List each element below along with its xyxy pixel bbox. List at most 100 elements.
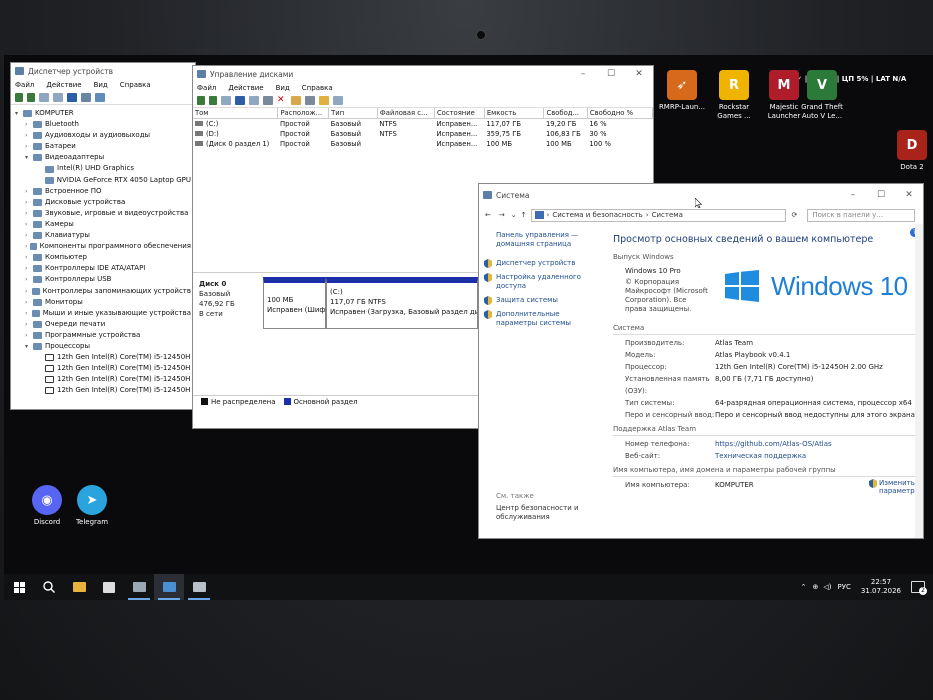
security-center-link[interactable]: Центр безопасности и обслуживания: [496, 504, 592, 522]
chevron-right-icon[interactable]: ›: [25, 197, 33, 208]
chevron-right-icon[interactable]: ›: [25, 263, 33, 274]
table-row[interactable]: (Диск 0 раздел 1) Простой Базовый Исправен.…: [193, 139, 653, 149]
column-header[interactable]: Тип: [328, 108, 378, 119]
taskbar-disk-management[interactable]: [184, 574, 214, 600]
chevron-right-icon[interactable]: ›: [25, 119, 33, 130]
view-icon[interactable]: [53, 93, 63, 102]
tree-item[interactable]: 12th Gen Intel(R) Core(TM) i5-12450H: [15, 352, 191, 363]
advanced-settings-link[interactable]: Дополнительные параметры системы: [484, 310, 591, 328]
minimize-button[interactable]: –: [569, 69, 597, 79]
tree-item[interactable]: ▾ Процессоры: [15, 341, 191, 352]
connect-icon[interactable]: [263, 96, 273, 105]
chevron-right-icon[interactable]: ›: [25, 297, 33, 308]
info-value[interactable]: Техническая поддержка: [715, 450, 806, 462]
control-panel-home-link[interactable]: Панель управления — домашняя страница: [496, 231, 591, 249]
change-settings-link[interactable]: Изменить параметры: [869, 479, 920, 495]
chevron-right-icon[interactable]: ›: [25, 186, 33, 197]
back-arrow-icon[interactable]: [197, 96, 205, 105]
chevron-down-icon[interactable]: ▾: [25, 152, 33, 163]
chevron-right-icon[interactable]: ›: [25, 308, 32, 319]
tree-item[interactable]: › Звуковые, игровые и видеоустройства: [15, 208, 191, 219]
info-value[interactable]: https://github.com/Atlas-OS/Atlas: [715, 438, 832, 450]
menu-item[interactable]: Справка: [302, 84, 333, 92]
start-button[interactable]: [4, 574, 34, 600]
column-header[interactable]: Файловая с...: [377, 108, 435, 119]
help-icon[interactable]: [235, 96, 245, 105]
delete-icon[interactable]: ✕: [277, 96, 287, 105]
properties-icon[interactable]: [221, 96, 231, 105]
search-input[interactable]: Поиск в панели у...: [807, 208, 916, 222]
chevron-right-icon[interactable]: ›: [25, 208, 33, 219]
chevron-right-icon[interactable]: ›: [25, 286, 32, 297]
tree-item[interactable]: › Bluetooth: [15, 119, 191, 130]
scan-hardware-icon[interactable]: [81, 93, 91, 102]
tree-item[interactable]: 12th Gen Intel(R) Core(TM) i5-12450H: [15, 374, 191, 385]
tree-item[interactable]: › Встроенное ПО: [15, 186, 191, 197]
menu-item[interactable]: Файл: [15, 81, 34, 89]
file-explorer-button[interactable]: [64, 574, 94, 600]
column-header[interactable]: Свободно %: [587, 108, 653, 119]
tree-item[interactable]: › Мониторы: [15, 297, 191, 308]
column-header[interactable]: Свобод...: [543, 108, 588, 119]
chevron-right-icon[interactable]: ›: [25, 141, 33, 152]
language-indicator[interactable]: РУС: [838, 583, 851, 591]
tree-item[interactable]: ▾ Видеоадаптеры: [15, 152, 191, 163]
notification-center-button[interactable]: 2: [911, 581, 927, 595]
chevron-down-icon[interactable]: ⌄: [511, 211, 517, 219]
chevron-right-icon[interactable]: ›: [25, 230, 33, 241]
tree-item[interactable]: Intel(R) UHD Graphics: [15, 163, 191, 174]
tree-item[interactable]: › Программные устройства: [15, 330, 191, 341]
menu-item[interactable]: Действие: [228, 84, 263, 92]
chevron-up-icon[interactable]: ⌃: [801, 583, 807, 591]
menu-item[interactable]: Вид: [94, 81, 108, 89]
forward-arrow-icon[interactable]: [27, 93, 35, 102]
column-header[interactable]: Состояние: [434, 108, 485, 119]
menu-item[interactable]: Действие: [46, 81, 81, 89]
tree-item[interactable]: › Очереди печати: [15, 319, 191, 330]
checkmark-icon[interactable]: [291, 96, 301, 105]
network-icon[interactable]: ⊕: [813, 583, 819, 591]
tree-item[interactable]: › Контроллеры запоминающих устройств: [15, 286, 191, 297]
chevron-right-icon[interactable]: ›: [25, 219, 33, 230]
maximize-button[interactable]: ☐: [867, 190, 895, 200]
chevron-right-icon[interactable]: ›: [25, 319, 33, 330]
menu-item[interactable]: Вид: [276, 84, 290, 92]
search-button[interactable]: [34, 574, 64, 600]
menu-item[interactable]: Файл: [197, 84, 216, 92]
tree-item[interactable]: › Дисковые устройства: [15, 197, 191, 208]
properties-icon[interactable]: [39, 93, 49, 102]
column-header[interactable]: Располож...: [277, 108, 330, 119]
disk-management-titlebar[interactable]: Управление дисками – ☐ ✕: [193, 66, 653, 82]
clock[interactable]: 22:57 31.07.2026: [861, 578, 901, 596]
chevron-right-icon[interactable]: ›: [25, 274, 33, 285]
minimize-button[interactable]: –: [839, 190, 867, 200]
tree-item[interactable]: › Клавиатуры: [15, 230, 191, 241]
tree-item[interactable]: › Контроллеры IDE ATA/ATAPI: [15, 263, 191, 274]
tree-item[interactable]: › Контроллеры USB: [15, 274, 191, 285]
grid-icon[interactable]: [333, 96, 343, 105]
tree-item[interactable]: › Компьютер: [15, 252, 191, 263]
address-bar[interactable]: › Система и безопасность › Система: [530, 208, 786, 222]
tree-item[interactable]: › Аудиовходы и аудиовыходы: [15, 130, 191, 141]
device-manager-link[interactable]: Диспетчер устройств: [484, 259, 591, 268]
monitor-icon[interactable]: [95, 93, 105, 102]
close-button[interactable]: ✕: [625, 69, 653, 79]
column-header[interactable]: Емкость: [484, 108, 545, 119]
up-arrow-icon[interactable]: ↑: [521, 211, 527, 219]
taskbar-device-manager[interactable]: [124, 574, 154, 600]
list-view-icon[interactable]: [249, 96, 259, 105]
maximize-button[interactable]: ☐: [597, 69, 625, 79]
taskbar-system[interactable]: [154, 574, 184, 600]
desktop-icon[interactable]: ➤ Telegram: [64, 485, 120, 527]
disk-0-panel[interactable]: Диск 0 Базовый 476,92 ГБ В сети: [199, 279, 263, 319]
breadcrumb-security[interactable]: Система и безопасность: [552, 211, 643, 219]
column-header[interactable]: Том: [193, 108, 279, 119]
desktop-icon[interactable]: D Dota 2: [884, 130, 933, 172]
partition-efi[interactable]: 100 МБ Исправен (Шиф: [263, 277, 326, 329]
desktop-icon[interactable]: ➶ RMRP-Laun...: [654, 70, 710, 112]
search-icon[interactable]: [305, 96, 315, 105]
tree-item[interactable]: › Камеры: [15, 219, 191, 230]
forward-arrow-icon[interactable]: [209, 96, 217, 105]
table-row[interactable]: (D:) Простой Базовый NTFS Исправен... 359,75 …: [193, 129, 653, 139]
system-protection-link[interactable]: Защита системы: [484, 296, 591, 305]
